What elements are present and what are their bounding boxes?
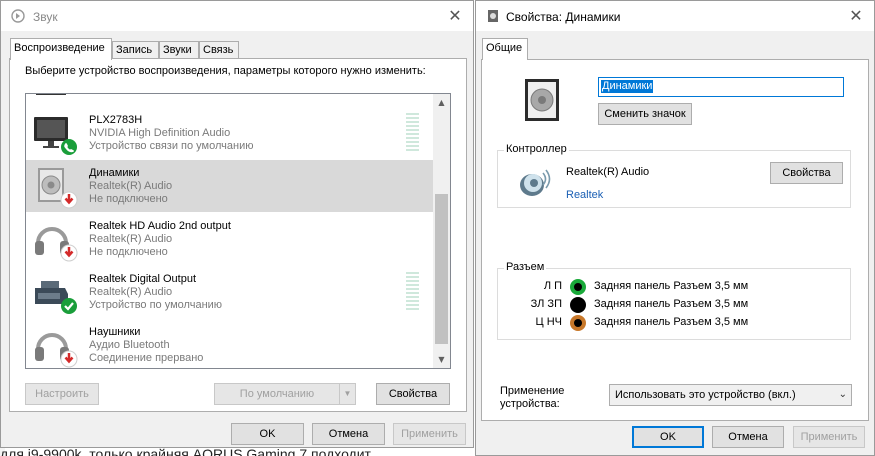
usage-label-line2: устройства: bbox=[500, 398, 560, 410]
window-title: Свойства: Динамики bbox=[506, 10, 621, 24]
device-driver: Аудио Bluetooth bbox=[89, 339, 170, 351]
controller-label: Контроллер bbox=[504, 143, 569, 155]
tab-sounds[interactable]: Звуки bbox=[159, 41, 199, 59]
volume-meter bbox=[406, 113, 419, 153]
close-icon[interactable]: ✕ bbox=[437, 1, 473, 31]
sound-titlebar[interactable]: Звук ✕ bbox=[1, 1, 473, 31]
scroll-down-icon[interactable]: ▼ bbox=[433, 351, 450, 368]
device-usage-select[interactable]: Использовать это устройство (вкл.) ⌄ bbox=[609, 384, 852, 406]
digital-output-default-icon bbox=[35, 281, 77, 314]
jack-desc: Задняя панель Разъем 3,5 мм bbox=[594, 298, 749, 310]
general-panel: Динамики Сменить значок Контроллер Realt… bbox=[481, 59, 869, 421]
chevron-down-icon: ⌄ bbox=[838, 389, 847, 400]
tab-playback[interactable]: Воспроизведение bbox=[10, 38, 112, 60]
controller-name: Realtek(R) Audio bbox=[566, 166, 650, 178]
device-name: PLX2783H bbox=[89, 114, 143, 126]
jack-desc: Задняя панель Разъем 3,5 мм bbox=[594, 280, 749, 292]
jack-channel: ЗЛ ЗП bbox=[530, 298, 562, 310]
volume-meter bbox=[406, 272, 419, 312]
list-item[interactable]: Realtek HD Audio 2nd output Realtek(R) A… bbox=[26, 213, 434, 265]
device-status: Устройство по умолчанию bbox=[89, 299, 223, 311]
device-status: Соединение прервано bbox=[89, 352, 204, 364]
jack-channel: Л П bbox=[543, 280, 562, 292]
monitor-phone-icon bbox=[34, 117, 77, 155]
audio-controller-icon bbox=[520, 169, 551, 196]
jack-channel: Ц НЧ bbox=[535, 316, 562, 328]
list-item[interactable]: Realtek Digital Output Realtek(R) Audio … bbox=[26, 266, 434, 318]
headphones-disconnected-icon bbox=[35, 333, 78, 368]
apply-button[interactable]: Применить bbox=[393, 423, 466, 445]
jack-green-icon bbox=[570, 279, 586, 295]
jacks-label: Разъем bbox=[504, 261, 547, 273]
playback-panel: Выберите устройство воспроизведения, пар… bbox=[9, 58, 467, 412]
jack-black-icon bbox=[570, 297, 586, 313]
set-default-label: По умолчанию bbox=[239, 388, 315, 400]
device-driver: Realtek(R) Audio bbox=[89, 233, 173, 245]
device-status: Не подключено bbox=[89, 193, 168, 205]
properties-titlebar[interactable]: Свойства: Динамики ✕ bbox=[476, 1, 874, 31]
sound-dialog: Звук ✕ Воспроизведение Запись Звуки Связ… bbox=[0, 0, 474, 448]
speaker-device-icon bbox=[525, 79, 559, 121]
cancel-button[interactable]: Отмена bbox=[312, 423, 385, 445]
device-name-value: Динамики bbox=[601, 80, 654, 93]
device-name-field[interactable]: Динамики bbox=[598, 77, 844, 97]
change-icon-button[interactable]: Сменить значок bbox=[598, 103, 692, 125]
device-driver: Realtek(R) Audio bbox=[89, 286, 173, 298]
device-status: Не подключено bbox=[89, 246, 168, 258]
controller-vendor-link[interactable]: Realtek bbox=[566, 189, 603, 201]
volume-meter bbox=[406, 94, 419, 95]
list-item[interactable]: Наушники Аудио Bluetooth Соединение прер… bbox=[26, 319, 434, 368]
tab-general[interactable]: Общие bbox=[482, 38, 528, 60]
instruction-text: Выберите устройство воспроизведения, пар… bbox=[25, 65, 426, 77]
device-driver: Realtek(R) Audio bbox=[89, 180, 173, 192]
window-title: Звук bbox=[33, 10, 58, 24]
device-name: Динамики bbox=[89, 167, 140, 179]
set-default-button[interactable]: По умолчанию ▼ bbox=[214, 383, 356, 405]
scroll-up-icon[interactable]: ▲ bbox=[433, 94, 450, 111]
speaker-app-icon bbox=[488, 10, 498, 22]
apply-button[interactable]: Применить bbox=[793, 426, 865, 448]
properties-dialog: Свойства: Динамики ✕ Общие Динамики Смен… bbox=[475, 0, 875, 456]
jack-orange-icon bbox=[570, 315, 586, 331]
close-icon[interactable]: ✕ bbox=[838, 1, 874, 31]
list-item-partial[interactable]: 7.0.0 bbox=[26, 94, 434, 101]
properties-button[interactable]: Свойства bbox=[376, 383, 450, 405]
device-name: Realtek HD Audio 2nd output bbox=[89, 220, 231, 232]
device-name: Наушники bbox=[89, 326, 141, 338]
ok-button[interactable]: OK bbox=[231, 423, 304, 445]
device-driver: NVIDIA High Definition Audio bbox=[89, 127, 231, 139]
device-list[interactable]: 7.0.0 PLX2783H NVIDIA High Definition Au… bbox=[25, 93, 451, 369]
scroll-thumb[interactable] bbox=[435, 194, 448, 344]
list-item[interactable]: PLX2783H NVIDIA High Definition Audio Ус… bbox=[26, 107, 434, 159]
configure-button[interactable]: Настроить bbox=[25, 383, 99, 405]
speaker-disconnected-icon bbox=[38, 168, 78, 209]
jack-desc: Задняя панель Разъем 3,5 мм bbox=[594, 316, 749, 328]
tab-communications[interactable]: Связь bbox=[199, 41, 239, 59]
device-usage-value: Использовать это устройство (вкл.) bbox=[615, 389, 796, 401]
tab-recording[interactable]: Запись bbox=[112, 41, 159, 59]
device-list-scrollbar[interactable]: ▲ ▼ bbox=[433, 94, 450, 368]
speaker-app-icon bbox=[11, 9, 25, 23]
headphones-disconnected-icon bbox=[35, 227, 78, 262]
usage-label-line1: Применение bbox=[500, 385, 565, 397]
list-item-selected[interactable]: Динамики Realtek(R) Audio Не подключено bbox=[26, 160, 434, 212]
controller-group: Контроллер Realtek(R) Audio Realtek Свой… bbox=[497, 143, 851, 208]
controller-properties-button[interactable]: Свойства bbox=[770, 162, 843, 184]
ok-button[interactable]: OK bbox=[632, 426, 704, 448]
chevron-down-icon[interactable]: ▼ bbox=[339, 384, 355, 404]
device-status: Устройство связи по умолчанию bbox=[89, 140, 254, 152]
cancel-button[interactable]: Отмена bbox=[712, 426, 784, 448]
jacks-group: Разъем Л П Задняя панель Разъем 3,5 мм З… bbox=[497, 261, 851, 340]
device-name: Realtek Digital Output bbox=[89, 273, 196, 285]
device-icon bbox=[36, 94, 66, 95]
